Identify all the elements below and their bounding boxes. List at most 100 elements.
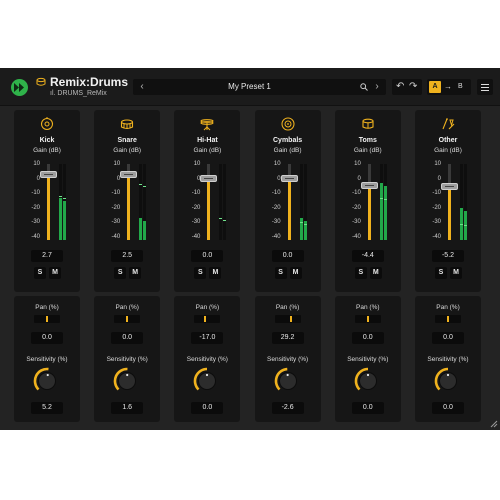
- pan-sensitivity-section: Pan (%) 0.0 Sensitivity (%) 1.6: [94, 296, 161, 422]
- gain-scale: 10 0 -10 -20 -30 -40: [182, 160, 201, 241]
- gain-value[interactable]: 2.7: [31, 250, 63, 262]
- scale-tick: -30: [191, 219, 201, 226]
- sensitivity-knob[interactable]: [274, 367, 302, 395]
- gain-value[interactable]: 2.5: [111, 250, 144, 262]
- meter-level: [139, 218, 143, 240]
- channel-strip-toms: Toms Gain (dB) 10 0 -10 -20 -30 -40 -4.4 S M Pan (%…: [334, 110, 401, 422]
- chevron-left-icon[interactable]: ‹: [135, 79, 149, 95]
- scale-tick: 10: [113, 161, 121, 167]
- ab-a-button[interactable]: A: [429, 81, 441, 93]
- pan-indicator[interactable]: [126, 316, 129, 322]
- gain-fader-handle[interactable]: [360, 181, 378, 189]
- gain-section: Hi-Hat Gain (dB) 10 0 -10 -20 -30 -40 0.0 S M: [174, 110, 241, 292]
- pan-label: Pan (%): [195, 304, 220, 311]
- preset-name[interactable]: My Preset 1: [153, 79, 346, 95]
- pan-value[interactable]: 0.0: [31, 332, 63, 344]
- scale-tick: -40: [271, 234, 281, 241]
- sensitivity-value[interactable]: 1.6: [111, 402, 144, 414]
- sensitivity-value[interactable]: 0.0: [432, 402, 464, 414]
- sensitivity-knob[interactable]: [33, 367, 61, 395]
- solo-button[interactable]: S: [435, 267, 447, 279]
- sensitivity-knob[interactable]: [434, 367, 462, 395]
- resize-handle-icon[interactable]: [490, 420, 498, 428]
- gain-fader-handle[interactable]: [120, 171, 138, 179]
- mute-button[interactable]: M: [209, 267, 222, 279]
- ab-b-button[interactable]: B: [458, 79, 463, 95]
- sensitivity-value[interactable]: 0.0: [191, 402, 224, 414]
- scale-tick: -20: [111, 204, 121, 211]
- meter-level: [299, 218, 303, 240]
- pan-value[interactable]: 0.0: [351, 332, 384, 344]
- hamburger-menu-icon[interactable]: [477, 79, 493, 95]
- scale-tick: -40: [111, 234, 121, 241]
- pan-indicator[interactable]: [204, 316, 207, 322]
- gain-label: Gain (dB): [273, 147, 302, 154]
- solo-button[interactable]: S: [114, 267, 127, 279]
- solo-button[interactable]: S: [194, 267, 207, 279]
- pan-value[interactable]: 0.0: [432, 332, 464, 344]
- pan-slider[interactable]: [194, 315, 221, 323]
- pan-slider[interactable]: [274, 315, 301, 323]
- gain-value[interactable]: 0.0: [191, 250, 224, 262]
- pan-value[interactable]: -17.0: [191, 332, 224, 344]
- pan-value[interactable]: 29.2: [271, 332, 304, 344]
- sensitivity-knob[interactable]: [354, 367, 382, 395]
- redo-icon[interactable]: ↷: [409, 79, 417, 95]
- meter-peak-marker: [383, 199, 387, 201]
- plugin-window: Remix:Drums ıl. DRUMS_ReMix ‹ My Preset …: [0, 68, 500, 430]
- meter-left: [219, 164, 223, 240]
- meter-level: [143, 221, 147, 240]
- pan-indicator[interactable]: [290, 316, 293, 322]
- gain-scale: 10 0 -10 -20 -30 -40: [263, 160, 281, 240]
- pan-label: Pan (%): [436, 304, 460, 311]
- undo-icon[interactable]: ↶: [396, 79, 404, 95]
- pan-slider[interactable]: [114, 315, 141, 323]
- sensitivity-knob[interactable]: [113, 367, 141, 395]
- solo-button[interactable]: S: [274, 267, 287, 279]
- mute-button[interactable]: M: [369, 267, 382, 279]
- channel-name: Snare: [117, 137, 137, 144]
- pan-label: Pan (%): [275, 304, 300, 311]
- mute-button[interactable]: M: [450, 267, 462, 279]
- gain-section: Snare Gain (dB) 10 0 -10 -20 -30 -40 2.5 S M: [94, 110, 161, 292]
- gain-section: Other Gain (dB) 10 0 -10 -20 -30 -40 -5.2 S M: [415, 110, 481, 292]
- gain-value[interactable]: 0.0: [271, 250, 304, 262]
- ab-copy-arrow-icon[interactable]: →: [444, 79, 452, 95]
- sensitivity-value[interactable]: 5.2: [31, 402, 63, 414]
- scale-tick: -10: [352, 190, 361, 197]
- pan-value[interactable]: 0.0: [111, 332, 144, 344]
- scale-tick: -20: [191, 204, 201, 211]
- gain-label: Gain (dB): [193, 147, 222, 154]
- pan-indicator[interactable]: [366, 316, 369, 322]
- percussion-icon: [442, 118, 455, 130]
- scale-tick: -30: [31, 219, 40, 226]
- sensitivity-value[interactable]: 0.0: [351, 402, 384, 414]
- chevron-right-icon[interactable]: ›: [370, 79, 384, 95]
- tom-drum-icon: [362, 118, 374, 129]
- pan-slider[interactable]: [34, 315, 60, 323]
- solo-button[interactable]: S: [354, 267, 367, 279]
- pan-slider[interactable]: [354, 315, 381, 323]
- scale-tick: -30: [352, 219, 361, 226]
- search-icon[interactable]: [360, 83, 368, 91]
- mute-button[interactable]: M: [289, 267, 302, 279]
- pan-indicator[interactable]: [447, 316, 449, 322]
- preset-selector[interactable]: ‹ My Preset 1 ›: [133, 79, 386, 95]
- sensitivity-knob[interactable]: [193, 367, 221, 395]
- solo-button[interactable]: S: [34, 267, 46, 279]
- pan-slider[interactable]: [435, 315, 461, 323]
- scale-tick: -40: [191, 234, 201, 241]
- pan-sensitivity-section: Pan (%) 0.0 Sensitivity (%) 0.0: [334, 296, 401, 422]
- gain-fader-handle[interactable]: [40, 171, 57, 179]
- sensitivity-value[interactable]: -2.6: [271, 402, 304, 414]
- channel-strip-cymbals: Cymbals Gain (dB) 10 0 -10 -20 -30 -40 0.0 S M Pan …: [254, 110, 321, 422]
- mute-button[interactable]: M: [49, 267, 61, 279]
- gain-value[interactable]: -5.2: [432, 250, 464, 262]
- gain-fader-handle[interactable]: [441, 182, 458, 190]
- gain-fader-handle[interactable]: [280, 175, 298, 183]
- gain-value[interactable]: -4.4: [351, 250, 384, 262]
- play-forward-icon[interactable]: [11, 79, 28, 96]
- mute-button[interactable]: M: [129, 267, 142, 279]
- gain-fader-handle[interactable]: [200, 175, 218, 183]
- pan-indicator[interactable]: [46, 316, 48, 322]
